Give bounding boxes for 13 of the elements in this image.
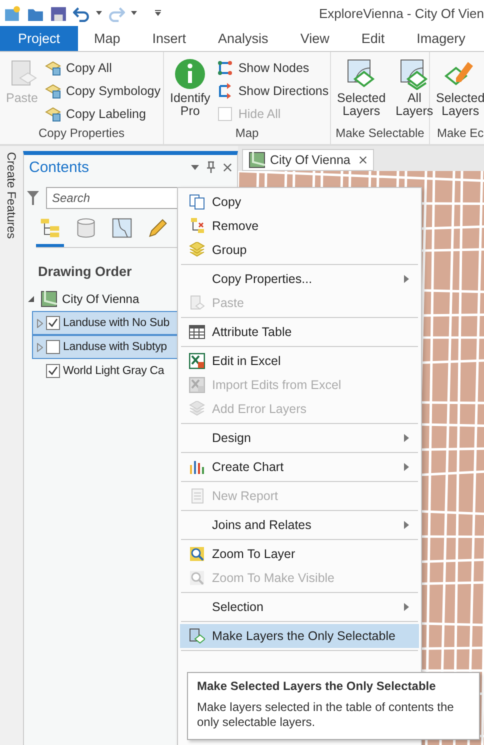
group-label: Make Selectable [334,125,426,142]
layer-name: Landuse with No Sub [63,317,170,329]
tooltip-text: Make layers selected in the table of contents the only selectable layers. [197,700,455,730]
window-title: ExploreVienna - City Of Vien [319,6,484,20]
group-label: Make Ec [436,125,484,142]
layer-name: Landuse with Subtyp [63,341,167,353]
group-label: Copy Properties [37,125,126,142]
tab-label: City Of Vienna [270,153,350,167]
section-heading: Drawing Order [38,264,132,279]
pane-title: Contents [29,158,90,176]
group-label: Map [234,125,260,142]
layer-name: World Light Gray Ca [63,365,164,377]
tooltip-title: Make Selected Layers the Only Selectable [197,679,437,693]
